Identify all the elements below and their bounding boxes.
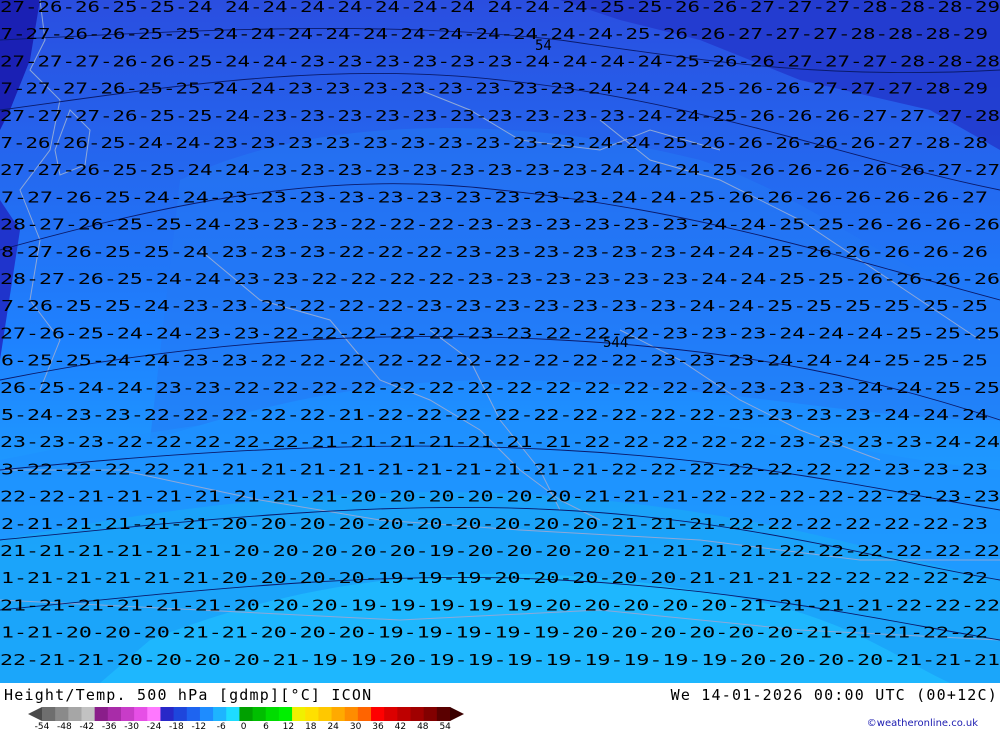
scale-swatch xyxy=(410,707,425,721)
scale-swatch xyxy=(186,707,201,721)
scale-swatch xyxy=(81,707,96,721)
scale-labels: -54 -48 -42 -36 -30 -24 -18 -12 -6 0 6 12 18 24 30 36 42… xyxy=(34,722,464,732)
scale-swatch xyxy=(371,707,385,721)
scale-swatch xyxy=(384,707,398,721)
credit-link[interactable]: ©weatheronline.co.uk xyxy=(867,718,978,729)
scale-swatch xyxy=(331,707,346,721)
isotherm-label-row: 26-25-24-24-23-23-22-22-22-22-22-22-22-2… xyxy=(0,379,1000,397)
isotherm-label-row: 22-21-21-20-20-20-20-21-19-19-20-19-19-1… xyxy=(0,651,1000,669)
scale-swatch xyxy=(173,707,188,721)
scale-swatch xyxy=(213,707,227,721)
isotherm-label-row: 27-27-27-26-25-25-24-24-23-23-23-23-23-2… xyxy=(0,80,988,98)
scale-swatch xyxy=(252,707,267,721)
isotherm-label-row: 21-21-20-20-20-21-21-20-20-20-19-19-19-1… xyxy=(0,624,988,642)
isotherm-label-row: 28-27-26-25-25-24-23-23-23-22-22-22-23-2… xyxy=(0,243,988,261)
scale-label: 12 xyxy=(282,722,295,732)
isotherm-label-row: 27-27-26-25-24-24-23-23-23-23-23-23-23-2… xyxy=(0,188,988,206)
inline-mark: 54 xyxy=(535,38,552,54)
scale-swatch xyxy=(134,707,148,721)
scale-label: 18 xyxy=(305,722,317,732)
scale-swatch xyxy=(436,707,451,721)
scale-arrow-left xyxy=(28,707,42,721)
scale-swatch xyxy=(344,707,359,721)
scale-label: -48 xyxy=(57,722,72,732)
isotherm-label-row: 22-22-21-21-21-21-21-21-21-20-20-20-20-2… xyxy=(0,488,1000,506)
isotherm-label-row: 28-27-26-25-24-24-23-23-22-22-22-22-23-2… xyxy=(0,270,1000,288)
scale-swatch xyxy=(147,707,161,721)
isotherm-label-row: 21-21-21-21-21-21-20-20-20-20-20-19-20-2… xyxy=(0,542,1000,560)
scale-swatch xyxy=(305,707,319,721)
scale-label: 36 xyxy=(372,722,384,732)
scale-swatch xyxy=(265,707,280,721)
scale-label: -12 xyxy=(191,722,207,732)
scale-swatch xyxy=(107,707,122,721)
scale-label: 48 xyxy=(417,722,429,732)
isotherm-label-row: 27-27-27-26-25-25-24-23-23-23-23-23-23-2… xyxy=(0,107,1000,125)
scale-label: 54 xyxy=(439,722,451,732)
scale-label: 24 xyxy=(327,722,339,732)
isotherm-label-row: 27-27-26-25-25-24-24-23-23-23-23-23-23-2… xyxy=(0,161,1000,179)
scale-swatch xyxy=(292,707,306,721)
scale-swatch xyxy=(120,707,135,721)
weather-map: 27-26-26-25-25-24 24-24-24-24-24-24-24 2… xyxy=(0,0,1000,683)
scale-label: -18 xyxy=(169,722,184,732)
scale-swatch xyxy=(94,707,109,721)
scale-arrow-right xyxy=(450,707,464,721)
isotherm-label-row: 27-26-26-25-25-24 24-24-24-24-24-24-24 2… xyxy=(0,0,1000,16)
isotherm-label-row: 21-21-21-21-21-21-20-20-20-19-19-19-19-1… xyxy=(0,596,1000,614)
scale-swatch xyxy=(357,707,372,721)
isotherm-label-row: 27-26-25-25-24-23-23-23-22-22-22-23-23-2… xyxy=(0,297,988,315)
isotherm-label-row: 28-27-26-25-25-24-23-23-23-22-22-22-23-2… xyxy=(0,216,1000,234)
scale-label: -6 xyxy=(216,722,226,732)
scale-swatch xyxy=(42,707,56,721)
isotherm-label-row: 23-23-23-22-22-22-22-22-21-21-21-21-21-2… xyxy=(0,433,1000,451)
isotherm-label-row: 27-26-26-25-24-24-23-23-23-23-23-23-23-2… xyxy=(0,134,988,152)
scale-label: 0 xyxy=(240,722,247,732)
scale-swatch xyxy=(397,707,412,721)
scale-swatch xyxy=(160,707,175,721)
isotherm-label-row: 27-26-25-24-24-23-23-22-22-22-22-22-23-2… xyxy=(0,324,1000,342)
scale-swatch xyxy=(239,707,254,721)
isotherm-label-row: 23-22-22-22-22-21-21-21-21-21-21-21-21-2… xyxy=(0,460,988,478)
isotherm-label-row: 27-27-26-26-25-25-24-24-24-24-24-24-24-2… xyxy=(0,25,988,43)
scale-label: 30 xyxy=(349,722,362,732)
scale-label: 42 xyxy=(394,722,407,732)
inline-mark: 544 xyxy=(603,335,628,351)
scale-swatch xyxy=(226,707,240,721)
scale-label: -30 xyxy=(124,722,139,732)
isotherm-label-row: 25-24-23-23-22-22-22-22-22-21-22-22-22-2… xyxy=(0,406,988,424)
scale-label: -42 xyxy=(79,722,95,732)
scale-label: -36 xyxy=(101,722,117,732)
map-title: Height/Temp. 500 hPa [gdmp][°C] ICON xyxy=(4,686,373,704)
isotherm-label-row: 21-21-21-21-21-21-20-20-20-20-19-19-19-2… xyxy=(0,569,988,587)
scale-label: -54 xyxy=(34,722,50,732)
scale-label: 6 xyxy=(263,722,269,732)
scale-label: -24 xyxy=(146,722,162,732)
scale-swatch xyxy=(199,707,214,721)
isotherm-label-row: 27-27-27-26-26-25-24-24-23-23-23-23-23-2… xyxy=(0,52,1000,70)
scale-swatch xyxy=(423,707,438,721)
valid-time: We 14-01-2026 00:00 UTC (00+12C) xyxy=(670,686,998,704)
isotherm-label-row: 26-25-25-24-24-23-23-22-22-22-22-22-22-2… xyxy=(0,352,988,370)
isotherm-label-row: 22-21-21-21-21-21-20-20-20-20-20-20-20-2… xyxy=(0,515,988,533)
scale-swatch xyxy=(318,707,333,721)
color-scale xyxy=(28,707,464,721)
scale-swatch xyxy=(278,707,293,721)
scale-swatch xyxy=(55,707,69,721)
scale-swatch xyxy=(68,707,82,721)
